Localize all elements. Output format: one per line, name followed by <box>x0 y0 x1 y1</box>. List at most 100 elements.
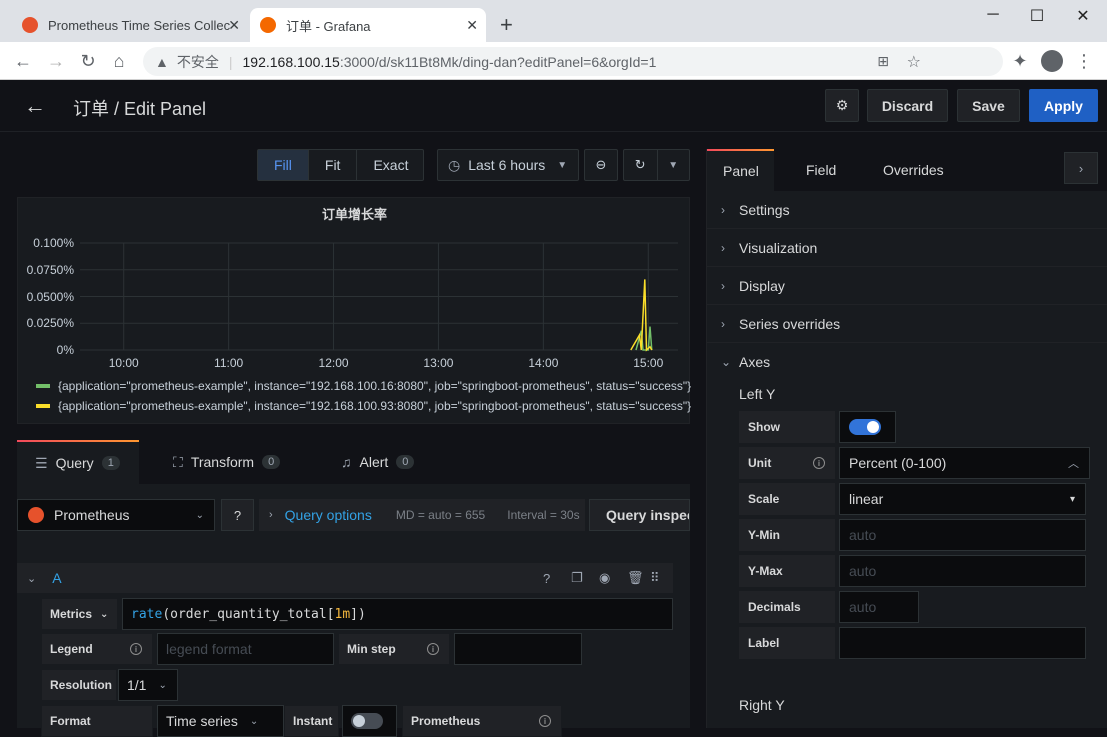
clock-icon: ◷ <box>448 156 461 173</box>
promql-input[interactable]: rate(order_quantity_total[1m]) <box>122 598 673 630</box>
chevron-right-icon: › <box>721 278 725 293</box>
new-tab-button[interactable]: + <box>500 12 513 38</box>
fill-button[interactable]: Fill <box>258 150 309 180</box>
help-icon[interactable]: ? <box>543 571 550 586</box>
address-bar: ← → ↻ ⌂ ▲ 不安全 | 192.168.100.15 :3000/d/s… <box>0 42 1107 80</box>
maximize-icon[interactable]: ☐ <box>1014 6 1060 26</box>
settings-gear-icon[interactable]: ⚙ <box>825 89 859 122</box>
y-max-input[interactable]: auto <box>839 555 1086 587</box>
graph-panel: 订单增长率 0.100% 0.0750% 0.0500% 0.0250% 0% 10:0… <box>17 197 691 424</box>
section-series-overrides[interactable]: › Series overrides <box>707 305 1107 343</box>
label-input[interactable] <box>839 627 1086 659</box>
section-axes[interactable]: ⌄ Axes <box>707 343 1107 381</box>
x-tick-label: 15:00 <box>633 356 664 370</box>
close-icon[interactable]: ✕ <box>228 17 240 34</box>
drag-handle-icon[interactable]: ⠿ <box>650 570 660 586</box>
back-arrow-icon[interactable]: ← <box>24 93 46 119</box>
x-tick-label: 13:00 <box>423 356 454 370</box>
info-icon[interactable]: i <box>539 715 551 727</box>
apply-button[interactable]: Apply <box>1029 89 1098 122</box>
instant-toggle[interactable] <box>342 705 397 737</box>
datasource-select[interactable]: Prometheus ⌄ <box>17 499 215 531</box>
metrics-button[interactable]: Metrics ⌄ <box>41 598 118 630</box>
url-input[interactable]: ▲ 不安全 | 192.168.100.15 :3000/d/sk11Bt8Mk… <box>143 47 1003 76</box>
query-options[interactable]: › Query options MD = auto = 655 Interval… <box>259 499 585 531</box>
zoom-out-icon[interactable]: ⊖ <box>584 149 618 181</box>
time-picker[interactable]: ◷ Last 6 hours ▼ <box>437 149 579 181</box>
unit-select[interactable]: Percent (0-100) ︿ <box>839 447 1090 479</box>
window-close-icon[interactable]: ✕ <box>1060 6 1106 26</box>
exact-button[interactable]: Exact <box>357 150 424 180</box>
tab-overrides[interactable]: Overrides <box>867 149 960 191</box>
query-tabs: ☰ Query 1 ⛶ Transform 0 ♫ Alert 0 <box>17 440 690 484</box>
format-select[interactable]: Time series ⌄ <box>157 705 284 737</box>
fit-button[interactable]: Fit <box>309 150 358 180</box>
section-visualization[interactable]: › Visualization <box>707 229 1107 267</box>
help-icon[interactable]: ? <box>221 499 254 531</box>
chevron-down-icon: ⌄ <box>721 355 732 369</box>
translate-icon[interactable]: ⊞ <box>877 53 889 70</box>
refresh-icon[interactable]: ↻ <box>624 150 658 180</box>
min-step-label: Min step i <box>338 633 450 665</box>
instant-label: Instant <box>284 705 339 737</box>
scale-select[interactable]: linear ▾ <box>839 483 1086 515</box>
min-step-input[interactable] <box>454 633 582 665</box>
y-min-input[interactable]: auto <box>839 519 1086 551</box>
refresh-group: ↻ ▼ <box>623 149 690 181</box>
discard-button[interactable]: Discard <box>867 89 948 122</box>
chevron-down-icon[interactable]: ▼ <box>658 160 690 171</box>
collapse-pane-icon[interactable]: › <box>1064 152 1098 184</box>
transform-icon: ⛶ <box>173 453 183 470</box>
tab-query[interactable]: ☰ Query 1 <box>17 440 139 484</box>
browser-menu-icon[interactable]: ⋮ <box>1073 50 1095 72</box>
minimize-icon[interactable]: ─ <box>970 6 1016 24</box>
browser-tab-prometheus[interactable]: Prometheus Time Series Collec ✕ <box>12 8 248 42</box>
forward-arrow-icon[interactable]: → <box>45 50 67 72</box>
close-icon[interactable]: ✕ <box>466 17 478 34</box>
legend-item[interactable]: {application="prometheus-example", insta… <box>36 399 696 413</box>
tab-field[interactable]: Field <box>790 149 852 191</box>
chevron-up-icon: ︿ <box>1068 458 1079 470</box>
tab-alert[interactable]: ♫ Alert 0 <box>323 440 432 484</box>
database-icon: ☰ <box>35 454 48 471</box>
save-button[interactable]: Save <box>957 89 1020 122</box>
page-title: 订单 / Edit Panel <box>73 99 207 119</box>
chevron-right-icon: › <box>269 509 273 521</box>
show-toggle[interactable] <box>839 411 896 443</box>
back-arrow-icon[interactable]: ← <box>12 50 34 72</box>
section-display[interactable]: › Display <box>707 267 1107 305</box>
resolution-select[interactable]: 1/1 ⌄ <box>118 669 178 701</box>
show-label: Show <box>739 411 835 443</box>
browser-tab-grafana[interactable]: 订单 - Grafana ✕ <box>250 8 486 42</box>
info-icon[interactable]: i <box>130 643 142 655</box>
tab-transform[interactable]: ⛶ Transform 0 <box>155 440 298 484</box>
chevron-down-icon: ⌄ <box>158 679 167 691</box>
star-icon[interactable]: ☆ <box>907 52 921 72</box>
profile-avatar[interactable] <box>1041 50 1063 72</box>
trash-icon[interactable]: 🗑 <box>627 570 644 586</box>
home-icon[interactable]: ⌂ <box>108 50 130 72</box>
extensions-icon[interactable]: ✦ <box>1009 50 1031 72</box>
eye-icon[interactable]: ◉ <box>599 570 610 586</box>
chevron-down-icon[interactable]: ⌄ <box>27 572 36 585</box>
y-max-label: Y-Max <box>739 555 835 587</box>
query-inspector-button[interactable]: Query inspector <box>589 499 690 531</box>
copy-icon[interactable]: ❐ <box>571 570 583 586</box>
legend-label: Legend i <box>41 633 153 665</box>
grafana-header: ← 订单 / Edit Panel ⚙ Discard Save Apply <box>0 80 1107 132</box>
reload-icon[interactable]: ↻ <box>77 50 99 72</box>
chevron-right-icon: › <box>721 202 725 217</box>
unit-label: Unit i <box>739 447 835 479</box>
query-row-header[interactable]: ⌄ A ? ❐ ◉ 🗑 ⠿ <box>17 563 673 593</box>
chevron-right-icon: › <box>721 316 725 331</box>
chevron-down-icon: ⌄ <box>100 608 109 620</box>
bell-icon: ♫ <box>341 454 352 470</box>
section-settings[interactable]: › Settings <box>707 191 1107 229</box>
x-tick-label: 14:00 <box>528 356 559 370</box>
tab-panel[interactable]: Panel <box>707 149 774 191</box>
info-icon[interactable]: i <box>813 457 825 469</box>
decimals-input[interactable]: auto <box>839 591 919 623</box>
legend-format-input[interactable]: legend format <box>157 633 334 665</box>
legend-item[interactable]: {application="prometheus-example", insta… <box>36 379 696 393</box>
info-icon[interactable]: i <box>427 643 439 655</box>
